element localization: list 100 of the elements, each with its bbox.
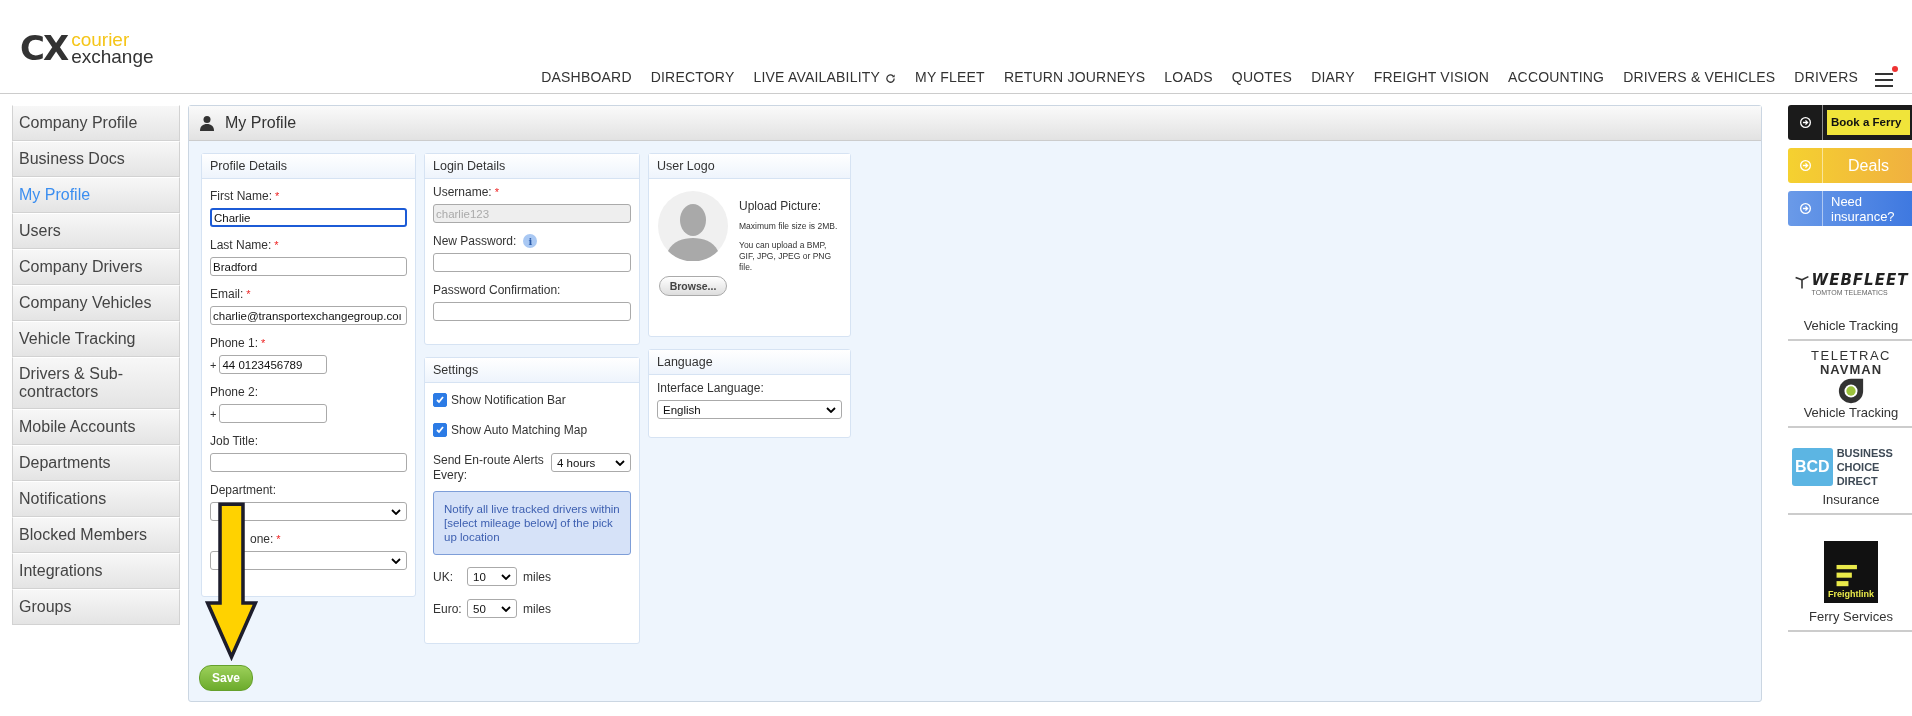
logo-text: courier xyxy=(71,31,131,48)
unit-label: miles xyxy=(523,569,551,584)
chevron-down-icon xyxy=(391,557,401,564)
sidebar-item[interactable]: Mobile Accounts xyxy=(12,409,180,445)
input-field[interactable]: Charlie xyxy=(210,208,407,227)
menu-icon[interactable] xyxy=(1875,66,1898,87)
select-field[interactable]: 50 xyxy=(467,599,517,618)
input-field[interactable]: Bradford xyxy=(210,257,407,276)
arrow-icon xyxy=(1799,160,1811,171)
select-field[interactable]: English xyxy=(657,400,842,419)
checkbox[interactable] xyxy=(433,393,447,407)
upload-note: Maximum file size is 2MB. xyxy=(739,221,839,232)
nav-link[interactable]: DIRECTORY xyxy=(650,68,735,85)
sidebar-item[interactable]: Business Docs xyxy=(12,141,180,177)
sidebar-item[interactable]: Notifications xyxy=(12,481,180,517)
field-label: First Name: xyxy=(210,189,272,203)
nav-link[interactable]: MY FLEET xyxy=(915,68,985,85)
refresh-icon[interactable] xyxy=(885,73,897,84)
partner-caption: Vehicle Tracking xyxy=(1803,318,1899,333)
nav-link[interactable]: DASHBOARD xyxy=(541,68,632,85)
field-label: Send En-route Alerts Every: xyxy=(433,453,545,483)
sidebar-item[interactable]: Departments xyxy=(12,445,180,481)
chevron-down-icon xyxy=(826,406,836,413)
nav-link[interactable]: FREIGHT VISION xyxy=(1373,68,1490,85)
sidebar-item[interactable]: Vehicle Tracking xyxy=(12,321,180,357)
nav-link[interactable]: RETURN JOURNEYS xyxy=(1003,68,1146,85)
input-field[interactable]: 44 0123456789 xyxy=(219,355,328,374)
field-label: Interface Language: xyxy=(657,381,764,395)
field-label: Last Name: xyxy=(210,238,272,252)
chevron-down-icon xyxy=(501,605,511,612)
nav-link[interactable]: ACCOUNTING xyxy=(1508,68,1605,85)
field-label: UK: xyxy=(433,569,454,584)
select-field[interactable]: 10 xyxy=(467,567,517,586)
promo-button[interactable]: Book a Ferry xyxy=(1788,105,1912,140)
chevron-down-icon xyxy=(391,508,401,515)
input-field[interactable] xyxy=(433,253,631,272)
sidebar-item[interactable]: Company Vehicles xyxy=(12,285,180,321)
card-title: Login Details xyxy=(425,154,639,179)
checkbox-label: Show Notification Bar xyxy=(451,393,566,407)
partner-caption: Insurance xyxy=(1822,492,1880,507)
card-title: Language xyxy=(649,350,850,375)
partner-caption: Vehicle Tracking xyxy=(1803,405,1899,420)
field-label: Department: xyxy=(210,483,277,497)
info-note: Notify all live tracked drivers within [select mileage below] of the pick up location xyxy=(433,491,631,555)
sidebar-item[interactable]: Drivers & Sub-contractors xyxy=(12,357,180,409)
unit-label: miles xyxy=(523,601,551,616)
sidebar-item[interactable]: Users xyxy=(12,213,180,249)
input-field[interactable]: charlie@transportexchangegroup.coı xyxy=(210,306,407,325)
partner-logo[interactable]: TELETRAC NAVMAN xyxy=(1811,349,1891,405)
field-label: Email: xyxy=(210,287,244,301)
card-title: User Logo xyxy=(649,154,850,179)
card-title: Profile Details xyxy=(202,154,415,179)
nav-link[interactable]: DRIVERS & VEHICLES xyxy=(1623,68,1776,85)
user-icon xyxy=(199,115,215,131)
partner-logo[interactable]: BCD BUSINESS CHOICE DIRECT xyxy=(1792,446,1910,488)
field-label: New Password: xyxy=(433,234,517,248)
required-mark: * xyxy=(261,336,266,350)
panel-title: My Profile xyxy=(225,114,297,132)
promo-button[interactable]: Need insurance? xyxy=(1788,191,1912,226)
nav-link[interactable]: DIARY xyxy=(1311,68,1355,85)
phone-prefix: + xyxy=(210,407,217,420)
sidebar-item[interactable]: Company Profile xyxy=(12,105,180,141)
required-mark: * xyxy=(276,532,281,546)
required-mark: * xyxy=(246,287,251,301)
nav-link[interactable]: QUOTES xyxy=(1231,68,1293,85)
required-mark: * xyxy=(274,238,279,252)
select-field[interactable]: 4 hours xyxy=(551,453,631,472)
sidebar-item[interactable]: Company Drivers xyxy=(12,249,180,285)
nav-link[interactable]: DRIVERS xyxy=(1794,68,1858,85)
input-field[interactable] xyxy=(433,302,631,321)
nav-link[interactable]: LOADS xyxy=(1164,68,1213,85)
input-field[interactable] xyxy=(219,404,328,423)
field-label: Euro: xyxy=(433,601,461,616)
checkbox-label: Show Auto Matching Map xyxy=(451,423,588,437)
phone-prefix: + xyxy=(210,358,217,371)
chevron-down-icon xyxy=(615,459,625,466)
partner-caption: Ferry Services xyxy=(1809,609,1893,624)
sidebar-item[interactable]: Integrations xyxy=(12,553,180,589)
field-label: Job Title: xyxy=(210,434,259,448)
info-icon[interactable]: i xyxy=(523,234,538,248)
required-mark: * xyxy=(275,189,280,203)
input-field[interactable] xyxy=(210,453,407,472)
required-mark: * xyxy=(494,185,499,199)
upload-title: Upload Picture: xyxy=(739,199,823,213)
field-label: Phone 2: xyxy=(210,385,259,399)
field-label: Username: xyxy=(433,185,492,199)
partner-logo[interactable]: Freightlink xyxy=(1824,541,1878,603)
checkbox[interactable] xyxy=(433,423,447,437)
logo-text: exchange xyxy=(71,48,154,65)
browse-button[interactable]: Browse... xyxy=(658,276,728,296)
avatar-icon xyxy=(658,191,728,261)
card-title: Settings xyxy=(425,358,639,383)
chevron-down-icon xyxy=(501,573,511,580)
field-label: Password Confirmation: xyxy=(433,283,561,297)
sidebar-item[interactable]: Groups xyxy=(12,589,180,625)
upload-note: You can upload a BMP, GIF, JPG, JPEG or PNG file. xyxy=(739,240,833,273)
sidebar-item[interactable]: Blocked Members xyxy=(12,517,180,553)
nav-link[interactable]: LIVE AVAILABILITY xyxy=(753,68,881,85)
arrow-icon xyxy=(1799,203,1811,214)
field-label: Phone 1: xyxy=(210,336,259,350)
